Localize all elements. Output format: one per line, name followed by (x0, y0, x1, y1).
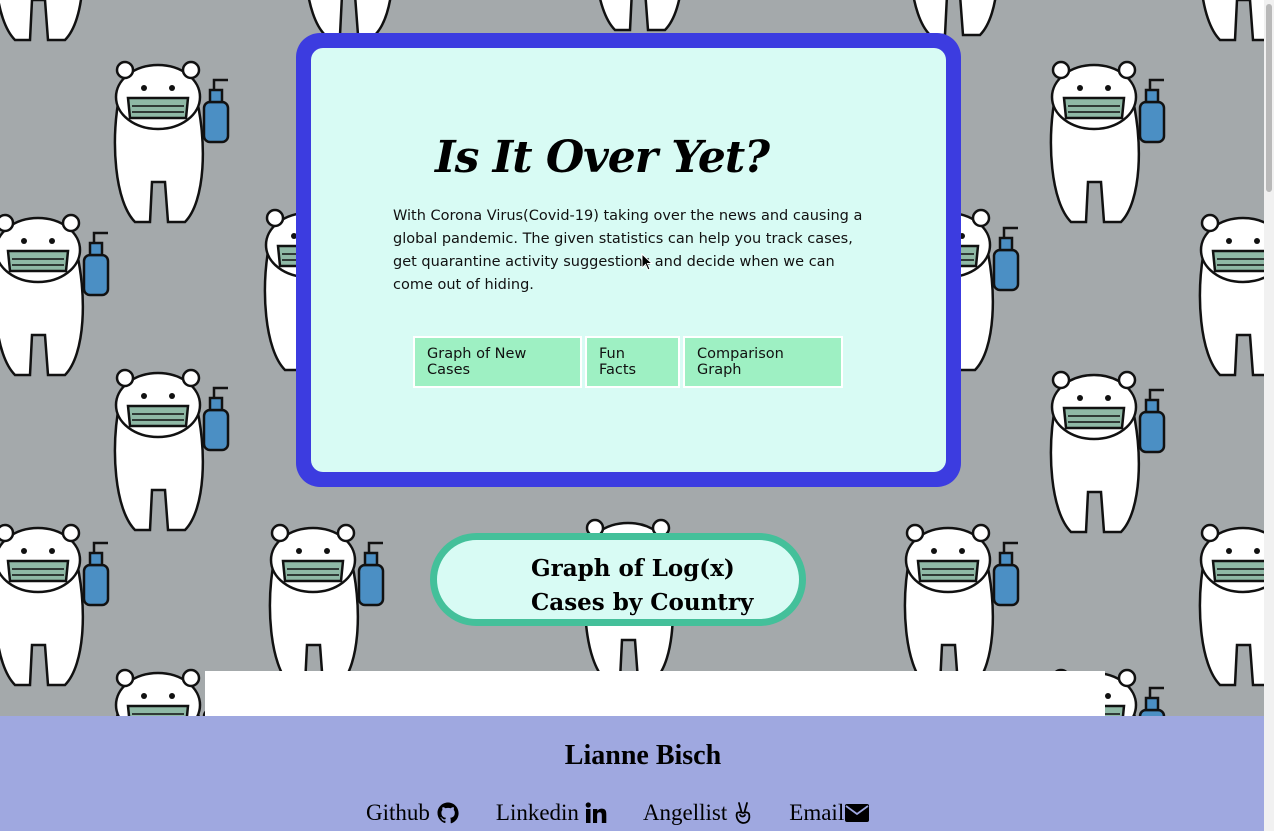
linkedin-link[interactable]: Linkedin (496, 800, 607, 826)
github-link[interactable]: Github (366, 800, 460, 826)
envelope-icon (845, 804, 870, 822)
section-title-pill: Graph of Log(x) Cases by Country (430, 533, 806, 626)
angellist-link-label: Angellist (642, 800, 728, 825)
email-link[interactable]: Email (789, 800, 870, 826)
author-name: Lianne Bisch (564, 740, 722, 771)
scrollbar-thumb[interactable] (1266, 4, 1272, 192)
intro-text: With Corona Virus(Covid-19) taking over … (393, 208, 863, 293)
hero-panel: Is It Over Yet? With Corona Virus(Covid-… (311, 48, 946, 472)
page-title: Is It Over Yet? (435, 132, 770, 183)
github-icon (437, 802, 459, 824)
footer: Lianne Bisch Github Linkedin Angellist E… (0, 716, 1264, 831)
angellist-link[interactable]: Angellist (643, 800, 753, 826)
section-title: Graph of Log(x) Cases by Country (531, 552, 761, 620)
angellist-icon (736, 802, 751, 824)
linkedin-link-label: Linkedin (495, 800, 579, 825)
graph-new-cases-button[interactable]: Graph of New Cases (413, 336, 582, 388)
fun-facts-button[interactable]: Fun Facts (585, 336, 680, 388)
github-link-label: Github (366, 800, 430, 825)
comparison-graph-button[interactable]: Comparison Graph (683, 336, 843, 388)
section-title-line2: Cases by Country (531, 589, 754, 616)
nav-buttons: Graph of New Cases Fun Facts Comparison … (413, 336, 843, 388)
social-links: Github Linkedin Angellist Email (366, 800, 906, 826)
section-title-line1: Graph of Log(x) (531, 555, 735, 582)
chart-container (205, 671, 1105, 716)
scrollbar[interactable] (1264, 0, 1274, 831)
email-link-label: Email (789, 800, 845, 825)
hero-card: Is It Over Yet? With Corona Virus(Covid-… (296, 33, 961, 487)
linkedin-icon (585, 802, 607, 823)
mouse-cursor-icon (641, 253, 653, 271)
